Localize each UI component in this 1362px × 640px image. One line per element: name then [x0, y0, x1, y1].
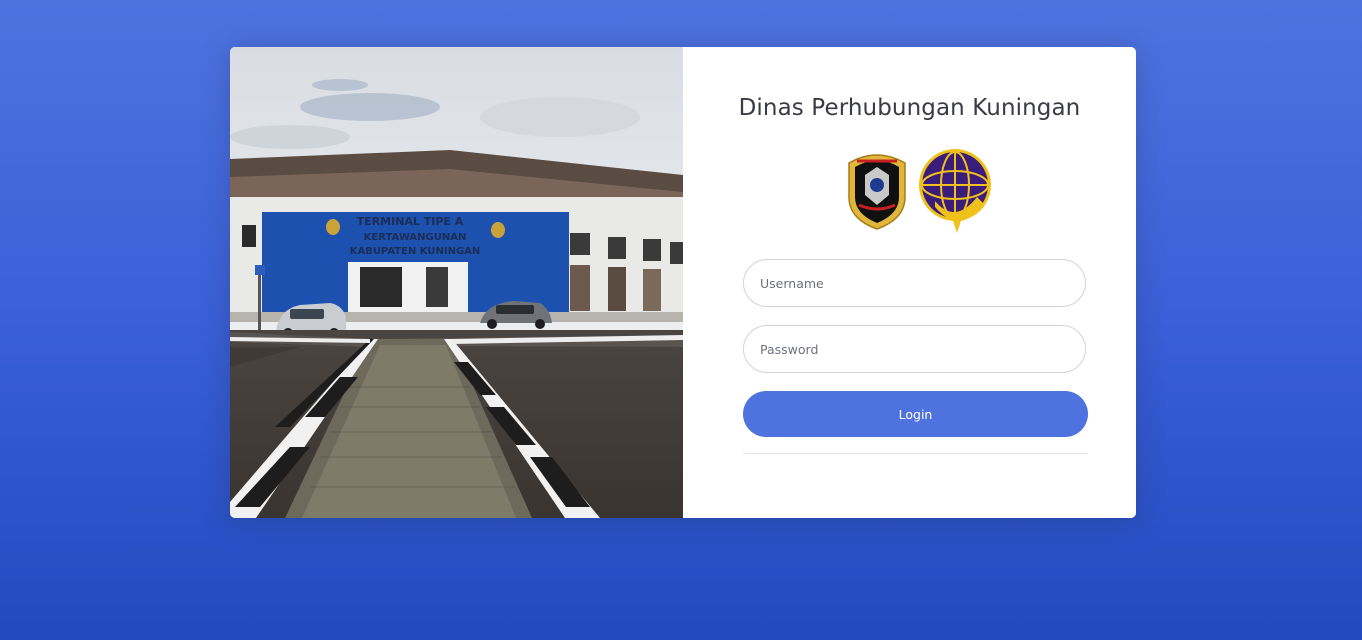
username-input[interactable] [743, 259, 1086, 307]
login-button[interactable]: Login [743, 391, 1088, 437]
sign-text-line-2: KERTAWANGUNAN [364, 232, 467, 243]
terminal-photo: TERMINAL TIPE A KERTAWANGUNAN KABUPATEN … [230, 47, 683, 518]
ditjen-hubdat-emblem-icon [919, 149, 991, 233]
terminal-photo-illustration: TERMINAL TIPE A KERTAWANGUNAN KABUPATEN … [230, 47, 683, 518]
password-input[interactable] [743, 325, 1086, 373]
logo-group [843, 147, 995, 237]
login-card: TERMINAL TIPE A KERTAWANGUNAN KABUPATEN … [230, 47, 1136, 518]
sign-text-line-3: KABUPATEN KUNINGAN [350, 246, 481, 257]
page-title: Dinas Perhubungan Kuningan [738, 95, 1081, 121]
login-form-panel: Dinas Perhubungan Kuningan Username Logi… [683, 47, 1136, 518]
sign-text-line-1: TERMINAL TIPE A [357, 215, 464, 228]
district-crest-icon [848, 154, 906, 230]
form-divider [743, 453, 1088, 454]
